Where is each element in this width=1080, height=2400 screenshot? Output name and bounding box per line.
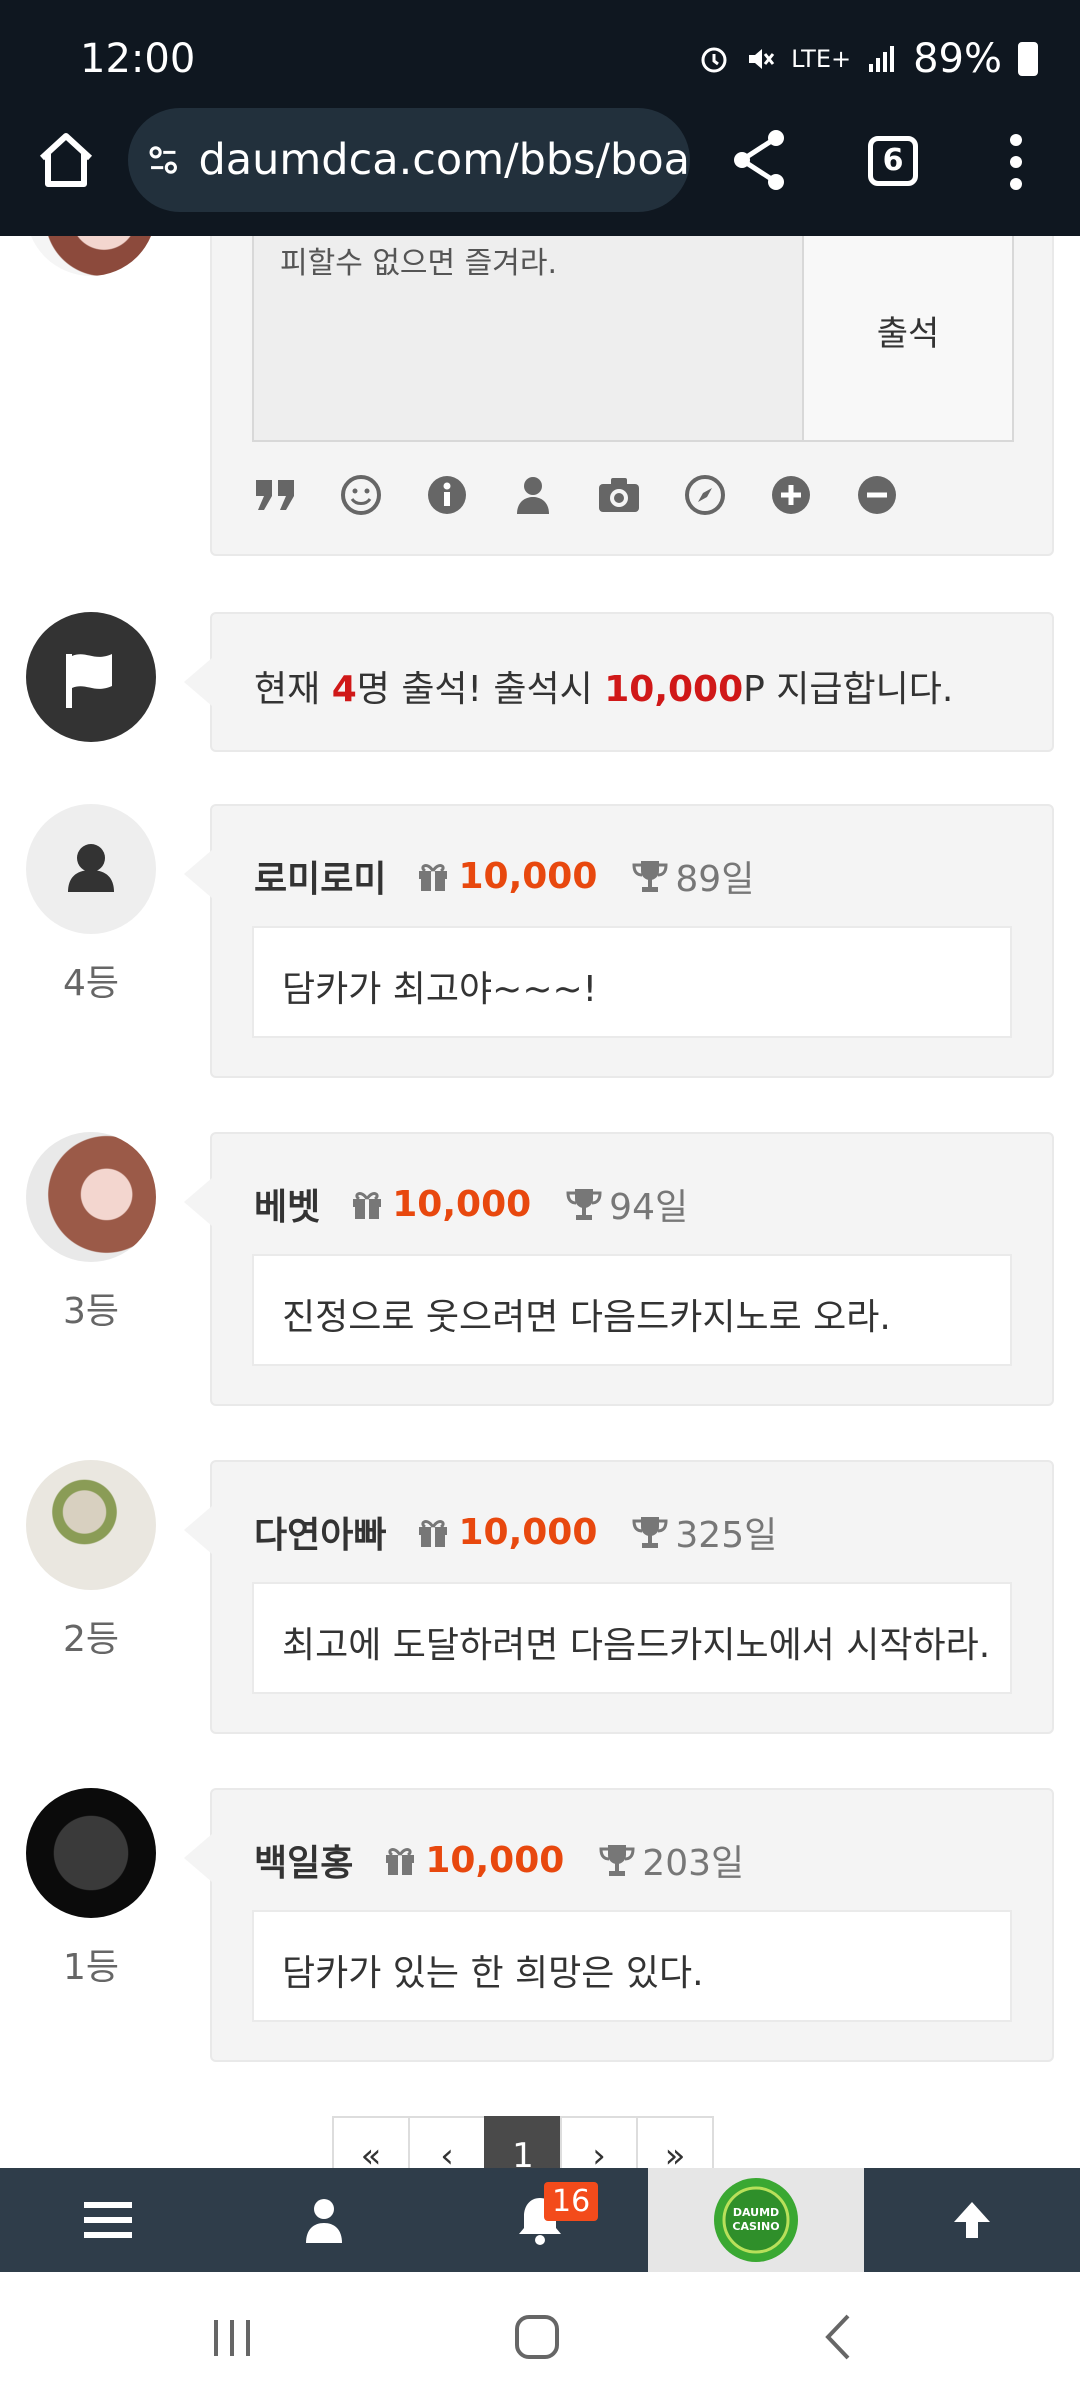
- gift-icon: [353, 1192, 382, 1219]
- compass-icon[interactable]: [682, 472, 728, 518]
- casino-logo-button[interactable]: DAUMD CASINO: [648, 2168, 864, 2272]
- attendance-message: 최고에 도달하려면 다음드카지노에서 시작하라.: [252, 1582, 1012, 1694]
- trophy-icon: [632, 1517, 668, 1548]
- system-nav-bar: [0, 2272, 1080, 2400]
- page-last-button[interactable]: »: [636, 2116, 714, 2168]
- points: 10,000: [425, 1839, 565, 1881]
- attend-button[interactable]: 출석: [802, 236, 1014, 442]
- url-bar[interactable]: daumdca.com/bbs/boa: [128, 108, 690, 212]
- avatar[interactable]: [26, 1788, 156, 1918]
- back-icon[interactable]: [820, 2312, 854, 2362]
- alarm-icon: [701, 47, 727, 73]
- notice-prefix: 현재: [254, 669, 332, 710]
- site-settings-icon[interactable]: [148, 140, 179, 180]
- gift-icon: [419, 1520, 448, 1547]
- svg-text:CASINO: CASINO: [732, 2220, 779, 2233]
- attendance-entry: 베벳 10,000 94일 진정으로 웃으려면 다음드카지노로 오라.: [184, 1132, 1054, 1406]
- attendance-days: 203일: [642, 1843, 745, 1884]
- rank-label: 1등: [62, 1947, 120, 1988]
- comment-textarea[interactable]: 피할수 없으면 즐겨라.: [252, 236, 804, 442]
- profile-button[interactable]: [216, 2168, 432, 2272]
- attendance-days: 89일: [675, 859, 755, 900]
- user-icon: [306, 2199, 342, 2243]
- page-content: 피할수 없으면 즐겨라. 출석 현재 4명 출석! 출석시 10,000P 지급…: [0, 236, 1080, 2168]
- page-current[interactable]: 1: [484, 2116, 562, 2168]
- user-icon[interactable]: [510, 472, 556, 518]
- attendance-days: 325일: [675, 1515, 778, 1556]
- page-prev-button[interactable]: ‹: [408, 2116, 486, 2168]
- minus-circle-icon[interactable]: [854, 472, 900, 518]
- attendance-entry: 백일홍 10,000 203일 담카가 있는 한 희망은 있다.: [184, 1788, 1054, 2062]
- battery-icon: [1018, 42, 1038, 76]
- attendance-notice: 현재 4명 출석! 출석시 10,000P 지급합니다.: [184, 612, 1054, 752]
- arrow-up-icon: [954, 2202, 990, 2238]
- info-icon[interactable]: [424, 472, 470, 518]
- nickname[interactable]: 백일홍: [254, 1834, 353, 1886]
- home-nav-icon[interactable]: [512, 2312, 562, 2362]
- gift-icon: [419, 864, 448, 891]
- status-icons: LTE+ 89%: [699, 36, 1038, 82]
- attendance-form: 피할수 없으면 즐겨라. 출석: [210, 236, 1054, 556]
- attendance-days: 94일: [609, 1187, 689, 1228]
- nickname[interactable]: 로미로미: [254, 850, 386, 902]
- notice-reward: 10,000: [604, 669, 744, 710]
- notice-flag-avatar: [26, 612, 156, 742]
- emoji-icon[interactable]: [338, 472, 384, 518]
- attendance-entry: 로미로미 10,000 89일 담카가 최고야~~~!: [184, 804, 1054, 1078]
- trophy-icon: [632, 861, 668, 892]
- attendance-message: 담카가 최고야~~~!: [252, 926, 1012, 1038]
- bottom-app-bar: 16 DAUMD CASINO: [0, 2168, 1080, 2272]
- rank-label: 3등: [62, 1291, 120, 1332]
- flag-icon: [66, 654, 112, 708]
- svg-text:DAUMD: DAUMD: [733, 2206, 779, 2219]
- trophy-icon: [599, 1845, 635, 1876]
- trophy-icon: [566, 1189, 602, 1220]
- browser-top-bar: 12:00 LTE+ 89% daumdca.com/bbs/boa 6: [0, 0, 1080, 236]
- avatar[interactable]: [26, 804, 156, 934]
- notifications-button[interactable]: 16: [432, 2168, 648, 2272]
- rank-label: 2등: [62, 1619, 120, 1660]
- page-next-button[interactable]: ›: [560, 2116, 638, 2168]
- notice-suffix: P 지급합니다.: [743, 669, 954, 710]
- plus-circle-icon[interactable]: [768, 472, 814, 518]
- nickname[interactable]: 베벳: [254, 1178, 320, 1230]
- nickname[interactable]: 다연아빠: [254, 1506, 386, 1558]
- status-time: 12:00: [80, 36, 196, 82]
- signal-icon: [869, 46, 895, 72]
- avatar-current-user: [26, 236, 156, 276]
- points: 10,000: [392, 1183, 532, 1225]
- recent-apps-icon[interactable]: [210, 2316, 254, 2360]
- daumd-casino-logo: DAUMDCASINO: [714, 2178, 798, 2262]
- user-icon: [68, 844, 114, 892]
- share-icon[interactable]: [730, 128, 790, 192]
- points: 10,000: [458, 1511, 598, 1553]
- network-label: LTE+: [791, 45, 852, 73]
- notification-badge: 16: [544, 2182, 599, 2221]
- battery-percent: 89%: [913, 36, 1002, 82]
- avatar[interactable]: [26, 1132, 156, 1262]
- notice-mid: 명 출석! 출석시: [356, 669, 605, 710]
- mute-icon: [749, 49, 775, 69]
- quote-icon[interactable]: [252, 472, 298, 518]
- attendance-entry: 다연아빠 10,000 325일 최고에 도달하려면 다음드카지노에서 시작하라…: [184, 1460, 1054, 1734]
- attendance-message: 진정으로 웃으려면 다음드카지노로 오라.: [252, 1254, 1012, 1366]
- home-icon[interactable]: [34, 128, 98, 192]
- pagination: « ‹ 1 › »: [332, 2116, 714, 2168]
- points: 10,000: [458, 855, 598, 897]
- page-first-button[interactable]: «: [332, 2116, 410, 2168]
- camera-icon[interactable]: [596, 472, 642, 518]
- hamburger-icon: [84, 2202, 132, 2238]
- scroll-top-button[interactable]: [864, 2168, 1080, 2272]
- rank-label: 4등: [62, 963, 120, 1004]
- attendance-message: 담카가 있는 한 희망은 있다.: [252, 1910, 1012, 2022]
- menu-button[interactable]: [0, 2168, 216, 2272]
- notice-count: 4: [331, 669, 357, 710]
- tab-switcher-button[interactable]: 6: [868, 136, 918, 186]
- gift-icon: [386, 1848, 415, 1875]
- avatar[interactable]: [26, 1460, 156, 1590]
- more-menu-icon[interactable]: [1004, 132, 1028, 192]
- editor-toolbar: [252, 472, 900, 518]
- url-text[interactable]: daumdca.com/bbs/boa: [199, 135, 691, 185]
